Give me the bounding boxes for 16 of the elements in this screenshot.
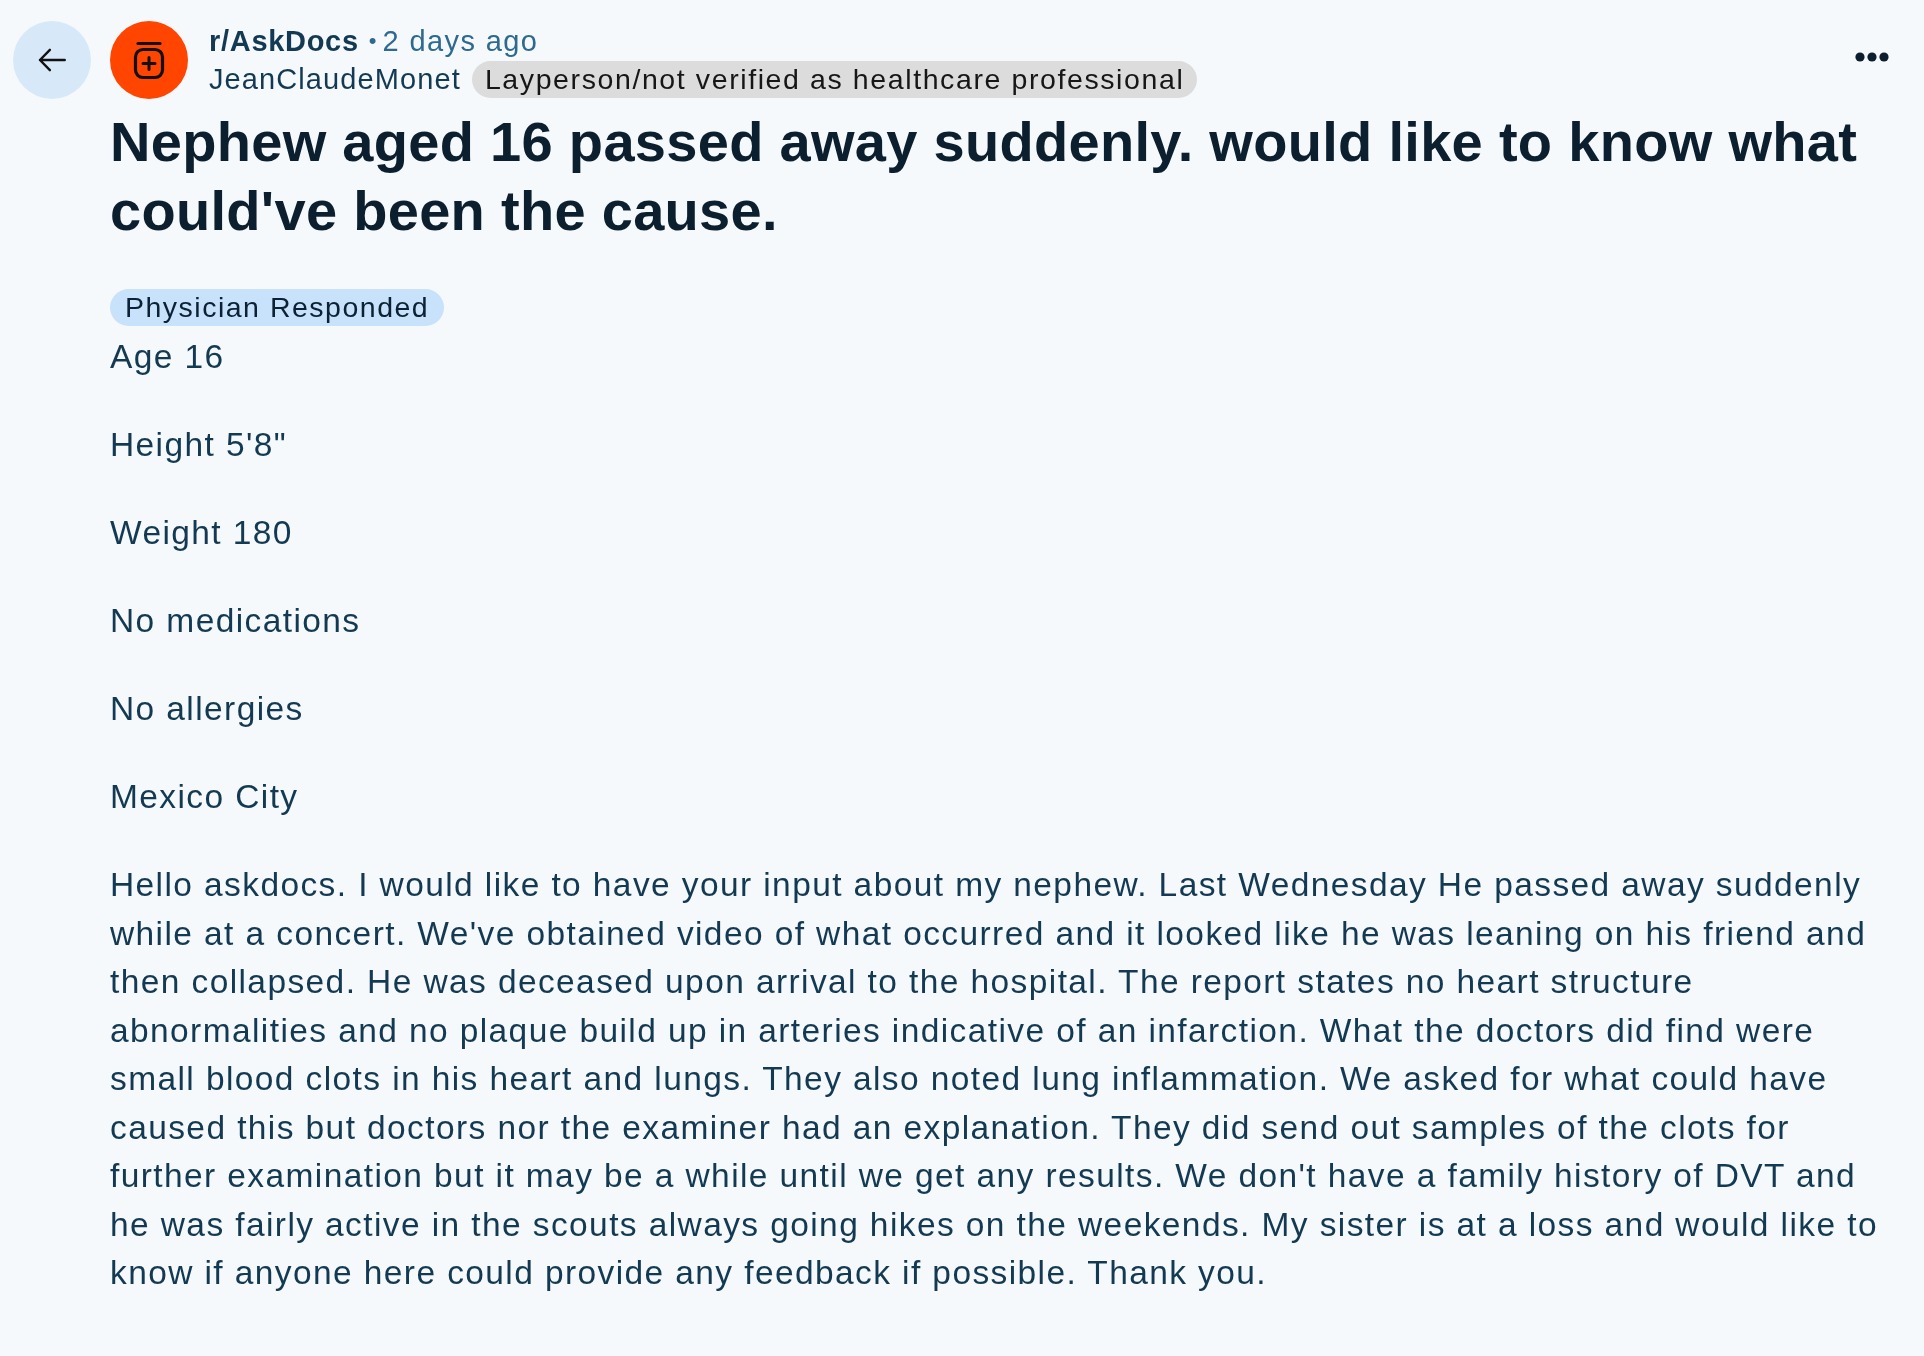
body-paragraph: No allergies — [110, 689, 305, 729]
post-time: 2 days ago — [382, 24, 539, 59]
post-flair[interactable]: Physician Responded — [110, 289, 445, 326]
body-paragraph: Mexico City — [110, 777, 300, 817]
more-options-icon[interactable] — [1855, 52, 1889, 62]
body-paragraph: Age 16 — [110, 337, 226, 377]
body-paragraph: Hello askdocs. I would like to have your input about my nephew. Last Wednesday He passed away suddenly while at a concert. We've obtained video of what occurred and it looked like he was leaning on his friend and then collapsed. He was deceased upon arrival to the hospital. The report states no heart structure abnormalities and no plaque build up in arteries indicative of an infarction. What the doctors did find were small blood clots in his heart and lungs. They also noted lung inflammation. We asked for what could have caused this but doctors nor the examiner had an explanation. They did send out samples of the clots for further examination but it may be a while until we get any results. We don't have a family history of DVT and he was fairly active in the scouts always going hikes on the weekends. My sister is at a loss and would like to know if anyone here could provide any feedback if possible. Thank you. — [110, 865, 1879, 1293]
separator-dot: • — [368, 27, 377, 55]
user-flair: Layperson/not verified as healthcare professional — [471, 60, 1198, 98]
author-name[interactable]: JeanClaudeMonet — [209, 60, 461, 98]
subreddit-name[interactable]: r/AskDocs — [209, 22, 359, 60]
body-paragraph: No medications — [110, 601, 362, 641]
post-title: Nephew aged 16 passed away suddenly. would like to know what could've been the cause. — [110, 109, 1859, 244]
body-paragraph: Weight 180 — [110, 513, 294, 553]
subreddit-avatar-icon[interactable] — [110, 21, 188, 99]
body-paragraph: Height 5'8" — [110, 425, 289, 465]
